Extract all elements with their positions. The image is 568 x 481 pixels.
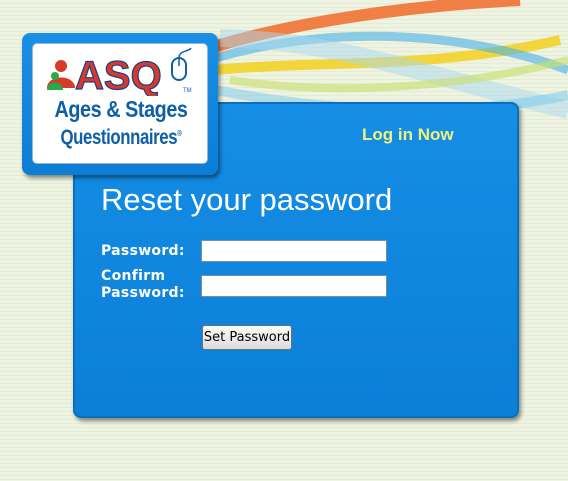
confirm-password-field[interactable] xyxy=(201,275,387,297)
confirm-password-label: Confirm Password: xyxy=(101,268,185,302)
page-title: Reset your password xyxy=(101,182,393,217)
family-icon xyxy=(47,60,75,90)
asq-logo-mark: ASQ TM xyxy=(47,47,192,96)
trademark-text: TM xyxy=(183,88,192,94)
set-password-button[interactable]: Set Password xyxy=(202,325,292,350)
logo-frame: ASQ TM Ages & Stages Questionnaires® xyxy=(22,33,218,175)
asq-logo: ASQ TM Ages & Stages Questionnaires® xyxy=(32,43,208,164)
registered-mark: ® xyxy=(177,129,182,138)
brand-text: ASQ xyxy=(75,54,162,96)
password-field[interactable] xyxy=(201,240,387,262)
confirm-label-line2: Password: xyxy=(101,285,185,301)
logo-line-questionnaires-text: Questionnaires xyxy=(60,126,178,149)
password-label: Password: xyxy=(101,243,185,259)
login-link[interactable]: Log in Now xyxy=(362,125,454,145)
computer-mouse-icon xyxy=(171,47,192,81)
confirm-label-line1: Confirm xyxy=(101,268,166,284)
logo-line-questionnaires: Questionnaires® xyxy=(51,126,192,150)
logo-line-ages-stages: Ages & Stages xyxy=(54,96,188,122)
